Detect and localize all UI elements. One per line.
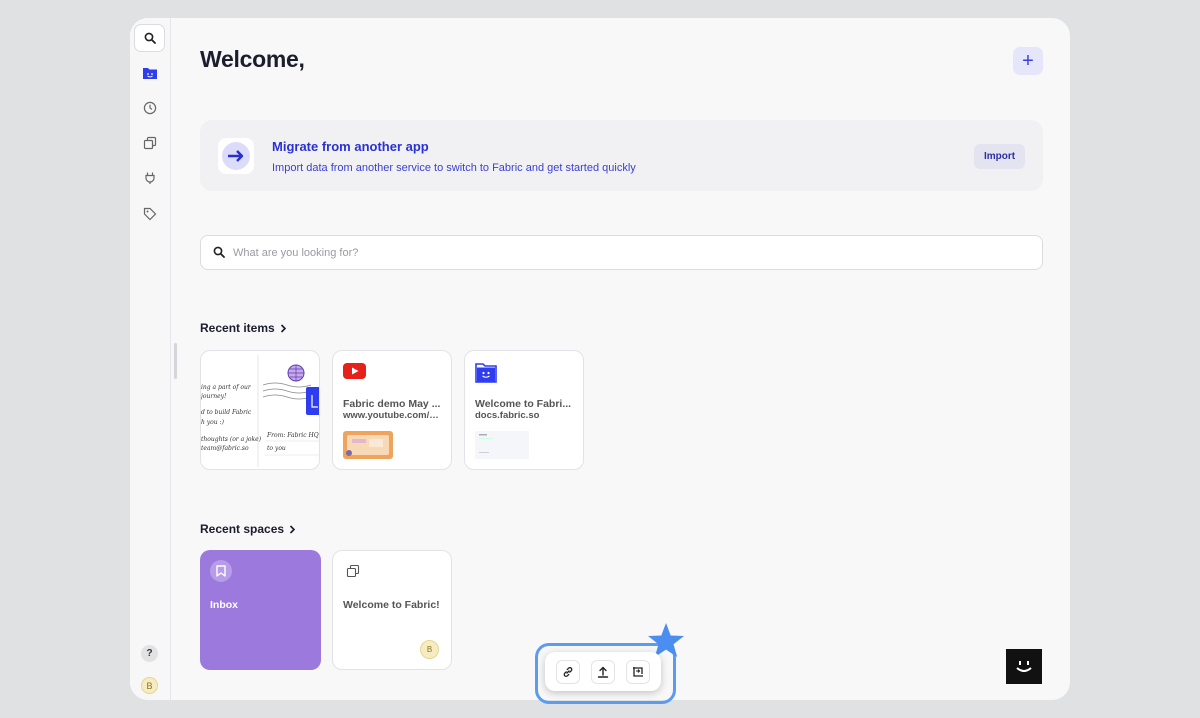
arrow-right-icon bbox=[228, 150, 244, 162]
card-title: Welcome to Fabri... bbox=[475, 398, 572, 410]
card-title: Fabric demo May ... bbox=[343, 398, 441, 410]
upload-icon bbox=[597, 666, 609, 678]
migrate-title: Migrate from another app bbox=[272, 139, 429, 154]
migrate-banner: Migrate from another app Import data fro… bbox=[200, 120, 1043, 191]
inbox-icon-box bbox=[210, 560, 232, 582]
bookmark-icon bbox=[216, 565, 226, 577]
search-bar bbox=[200, 235, 1043, 270]
assistant-button[interactable] bbox=[1006, 649, 1042, 684]
import-button[interactable]: Import bbox=[974, 144, 1025, 169]
recent-item-docs-card[interactable]: Welcome to Fabri... docs.fabric.so bbox=[464, 350, 584, 470]
copy-icon bbox=[346, 564, 360, 578]
fabric-folder-icon bbox=[143, 68, 157, 79]
app-window: ? B Welcome, + Migrate from another app … bbox=[130, 18, 1070, 700]
search-icon bbox=[213, 246, 225, 258]
note-text: h you :) bbox=[201, 419, 224, 426]
video-thumbnail bbox=[343, 431, 393, 459]
note-text: thoughts (or a joke) bbox=[201, 436, 262, 443]
plug-icon bbox=[145, 172, 155, 184]
space-card-inbox[interactable]: Inbox bbox=[200, 550, 321, 670]
quick-add-toolbar bbox=[545, 652, 661, 691]
postcard-stamp-icon bbox=[263, 364, 319, 415]
sidebar-item-tags[interactable] bbox=[138, 202, 162, 226]
member-avatar: B bbox=[420, 640, 439, 659]
user-avatar[interactable]: B bbox=[141, 677, 158, 694]
migrate-icon-box bbox=[218, 138, 254, 174]
sidebar-resize-handle[interactable] bbox=[174, 343, 177, 379]
screenshot-icon bbox=[632, 666, 643, 677]
sidebar-item-recent[interactable] bbox=[138, 96, 162, 120]
youtube-icon bbox=[343, 363, 366, 379]
card-url: www.youtube.com/w... bbox=[343, 410, 443, 421]
upload-button[interactable] bbox=[590, 659, 615, 684]
recent-spaces-label: Recent spaces bbox=[200, 522, 285, 536]
doc-thumbnail bbox=[475, 431, 529, 459]
add-link-button[interactable] bbox=[556, 659, 581, 684]
page-title: Welcome, bbox=[200, 46, 305, 72]
space-card-welcome[interactable]: Welcome to Fabric! B bbox=[332, 550, 452, 670]
help-button[interactable]: ? bbox=[141, 645, 158, 662]
recent-spaces-heading[interactable]: Recent spaces bbox=[200, 522, 296, 536]
clock-icon bbox=[143, 101, 157, 115]
sidebar-item-spaces[interactable] bbox=[138, 131, 162, 155]
smiley-icon bbox=[1016, 660, 1032, 672]
space-label: Welcome to Fabric! bbox=[343, 599, 440, 611]
migrate-subtitle: Import data from another service to swit… bbox=[272, 162, 636, 174]
search-input[interactable] bbox=[233, 244, 1013, 262]
recent-items-heading[interactable]: Recent items bbox=[200, 321, 287, 335]
sidebar: ? B bbox=[130, 18, 171, 700]
recent-item-youtube-card[interactable]: Fabric demo May ... www.youtube.com/w... bbox=[332, 350, 452, 470]
note-text: ing a part of our bbox=[201, 384, 251, 391]
fabric-folder-icon bbox=[475, 363, 497, 383]
note-lines bbox=[265, 440, 319, 456]
sidebar-search-button[interactable] bbox=[134, 24, 165, 52]
chevron-right-icon bbox=[280, 323, 286, 333]
copy-icon bbox=[143, 136, 157, 150]
note-text: team@fabric.so bbox=[201, 445, 249, 452]
note-text: d to build Fabric bbox=[201, 409, 252, 416]
tag-icon bbox=[143, 207, 157, 221]
space-label: Inbox bbox=[210, 599, 238, 611]
note-text: journey! bbox=[201, 393, 227, 400]
add-button[interactable]: + bbox=[1013, 47, 1043, 75]
search-icon bbox=[144, 32, 156, 44]
link-icon bbox=[564, 666, 573, 677]
recent-item-note-card[interactable]: ing a part of our journey! d to build Fa… bbox=[200, 350, 320, 470]
recent-items-label: Recent items bbox=[200, 321, 275, 335]
note-divider bbox=[257, 355, 259, 467]
capture-button[interactable] bbox=[625, 659, 650, 684]
card-url: docs.fabric.so bbox=[475, 410, 540, 421]
sidebar-item-integrations[interactable] bbox=[138, 166, 162, 190]
sidebar-item-home[interactable] bbox=[138, 61, 162, 85]
chevron-right-icon bbox=[289, 524, 296, 534]
